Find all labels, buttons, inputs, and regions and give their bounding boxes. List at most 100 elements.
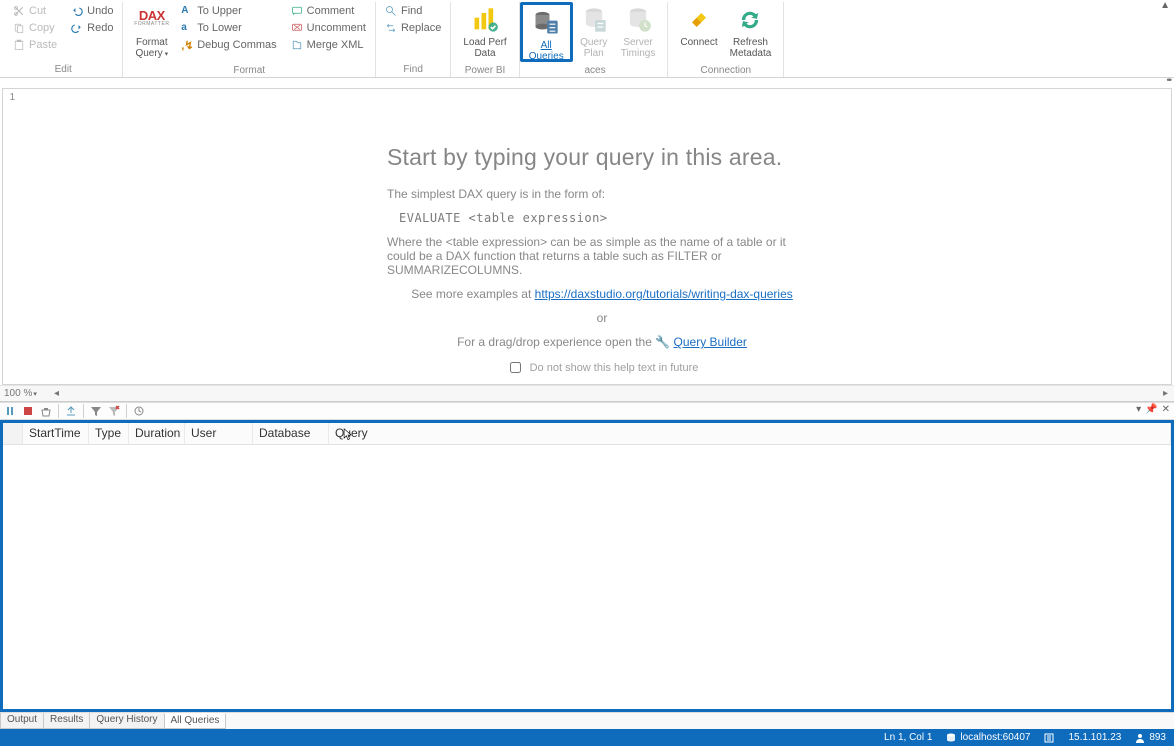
zoom-level[interactable]: 100 %▾ <box>4 388 37 399</box>
find-label: Find <box>401 5 422 17</box>
query-plan-button[interactable]: Query Plan <box>573 2 615 62</box>
query-plan-label: Query Plan <box>580 37 607 59</box>
server-timings-icon <box>624 6 652 34</box>
ribbon-expander[interactable] <box>0 78 1174 88</box>
group-label-traces: Traces <box>520 62 662 78</box>
comment-icon <box>291 5 303 17</box>
to-upper-label: To Upper <box>197 5 242 17</box>
trace-stop-icon[interactable] <box>22 405 34 417</box>
panel-dropdown-icon[interactable]: ▾ <box>1136 404 1141 415</box>
status-bar: Ln 1, Col 1 localhost:60407 15.1.101.23 … <box>0 729 1174 746</box>
editor-gutter: 1 <box>3 89 17 384</box>
col-starttime[interactable]: StartTime <box>23 423 89 444</box>
dax-formatter-icon: DAXFORMATTER <box>138 6 166 34</box>
tab-query-history[interactable]: Query History <box>89 713 164 729</box>
redo-button[interactable]: Redo <box>68 19 116 36</box>
merge-xml-button[interactable]: Merge XML <box>288 36 369 53</box>
editor-body[interactable]: Start by typing your query in this area.… <box>17 89 1171 384</box>
panel-pin-icon[interactable]: 📌 <box>1145 404 1157 415</box>
trace-filter-icon[interactable] <box>90 405 102 417</box>
to-lower-button[interactable]: a To Lower <box>178 19 279 36</box>
debug-commas-icon: ,↯ <box>181 39 193 51</box>
comment-label: Comment <box>307 5 355 17</box>
all-queries-button[interactable]: All Queries <box>520 2 573 62</box>
ribbon-group-traces: All Queries Query Plan Server Timings Tr… <box>520 2 669 77</box>
help-querybuilder: For a drag/drop experience open the 🔧 Qu… <box>387 335 817 349</box>
paste-label: Paste <box>29 39 57 51</box>
grid-body[interactable] <box>3 445 1171 709</box>
help-examples: See more examples at https://daxstudio.o… <box>387 287 817 301</box>
replace-label: Replace <box>401 22 441 34</box>
redo-label: Redo <box>87 22 113 34</box>
query-builder-link[interactable]: Query Builder <box>674 335 747 349</box>
undo-button[interactable]: Undo <box>68 2 116 19</box>
editor-help-text: Start by typing your query in this area.… <box>387 144 817 376</box>
hide-help-checkbox[interactable] <box>510 362 521 373</box>
debug-commas-button[interactable]: ,↯Debug Commas <box>178 36 279 53</box>
paste-button[interactable]: Paste <box>10 36 60 53</box>
copy-button[interactable]: Copy <box>10 19 60 36</box>
all-queries-panel: StartTime Type Duration User Database Qu… <box>0 420 1174 712</box>
tab-output[interactable]: Output <box>0 713 44 729</box>
find-button[interactable]: Find <box>382 2 444 19</box>
trace-record-icon[interactable] <box>4 405 16 417</box>
trace-clear-icon[interactable] <box>40 405 52 417</box>
query-editor[interactable]: 1 Start by typing your query in this are… <box>2 88 1172 385</box>
to-upper-button[interactable]: A To Upper <box>178 2 279 19</box>
col-query[interactable]: Query <box>329 423 1171 444</box>
scroll-right-icon[interactable]: ▸ <box>1163 388 1168 399</box>
trace-copy-icon[interactable] <box>133 405 145 417</box>
col-type[interactable]: Type <box>89 423 129 444</box>
ribbon-group-edit: Cut Copy Paste Undo Redo Edit <box>4 2 123 77</box>
tab-results[interactable]: Results <box>43 713 90 729</box>
examples-link[interactable]: https://daxstudio.org/tutorials/writing-… <box>535 287 793 301</box>
format-query-button[interactable]: DAXFORMATTER Format Query▾ <box>129 2 174 62</box>
bottom-tabs: Output Results Query History All Queries <box>0 712 1174 729</box>
connect-label: Connect <box>680 37 717 48</box>
group-label-connection: Connection <box>674 62 777 78</box>
col-database[interactable]: Database <box>253 423 329 444</box>
help-body: Where the <table expression> can be as s… <box>387 235 817 277</box>
ribbon-group-format: DAXFORMATTER Format Query▾ A To Upper a To… <box>123 2 376 77</box>
trace-export-icon[interactable] <box>65 405 77 417</box>
help-title: Start by typing your query in this area. <box>387 144 817 171</box>
help-intro: The simplest DAX query is in the form of… <box>387 187 817 201</box>
replace-button[interactable]: Replace <box>382 19 444 36</box>
comment-button[interactable]: Comment <box>288 2 369 19</box>
panel-close-icon[interactable]: ✕ <box>1162 404 1170 415</box>
all-queries-icon <box>532 9 560 37</box>
connect-icon <box>685 6 713 34</box>
refresh-metadata-button[interactable]: Refresh Metadata <box>724 2 778 62</box>
status-spid <box>1044 733 1054 743</box>
cut-button[interactable]: Cut <box>10 2 60 19</box>
trace-filter-clear-icon[interactable] <box>108 405 120 417</box>
user-icon <box>1135 733 1145 743</box>
uncomment-icon <box>291 22 303 34</box>
ribbon-group-find: Find Replace Find <box>376 2 451 77</box>
uncomment-button[interactable]: Uncomment <box>288 19 369 36</box>
load-perf-data-button[interactable]: Load Perf Data <box>457 2 512 62</box>
ribbon-group-connection: Connect Refresh Metadata Connection <box>668 2 784 77</box>
scroll-left-icon[interactable]: ◂ <box>54 388 59 399</box>
refresh-icon <box>736 6 764 34</box>
help-or: or <box>387 311 817 325</box>
status-user-count: 893 <box>1135 732 1166 743</box>
col-duration[interactable]: Duration <box>129 423 185 444</box>
cut-label: Cut <box>29 5 46 17</box>
refresh-metadata-label: Refresh Metadata <box>730 37 772 59</box>
help-code: EVALUATE <table expression> <box>399 211 608 225</box>
load-perf-label: Load Perf Data <box>463 37 506 59</box>
connect-button[interactable]: Connect <box>674 2 723 62</box>
status-lncol: Ln 1, Col 1 <box>884 732 932 743</box>
to-upper-icon: A <box>181 5 193 17</box>
tab-all-queries[interactable]: All Queries <box>164 713 227 729</box>
col-user[interactable]: User <box>185 423 253 444</box>
merge-xml-label: Merge XML <box>307 39 364 51</box>
undo-icon <box>71 5 83 17</box>
find-icon <box>385 5 397 17</box>
to-lower-label: To Lower <box>197 22 242 34</box>
ribbon-collapse-icon[interactable]: ▲ <box>1160 0 1170 11</box>
to-lower-icon: a <box>181 22 193 34</box>
server-timings-button[interactable]: Server Timings <box>615 2 662 62</box>
editor-region: 1 Start by typing your query in this are… <box>0 78 1174 402</box>
